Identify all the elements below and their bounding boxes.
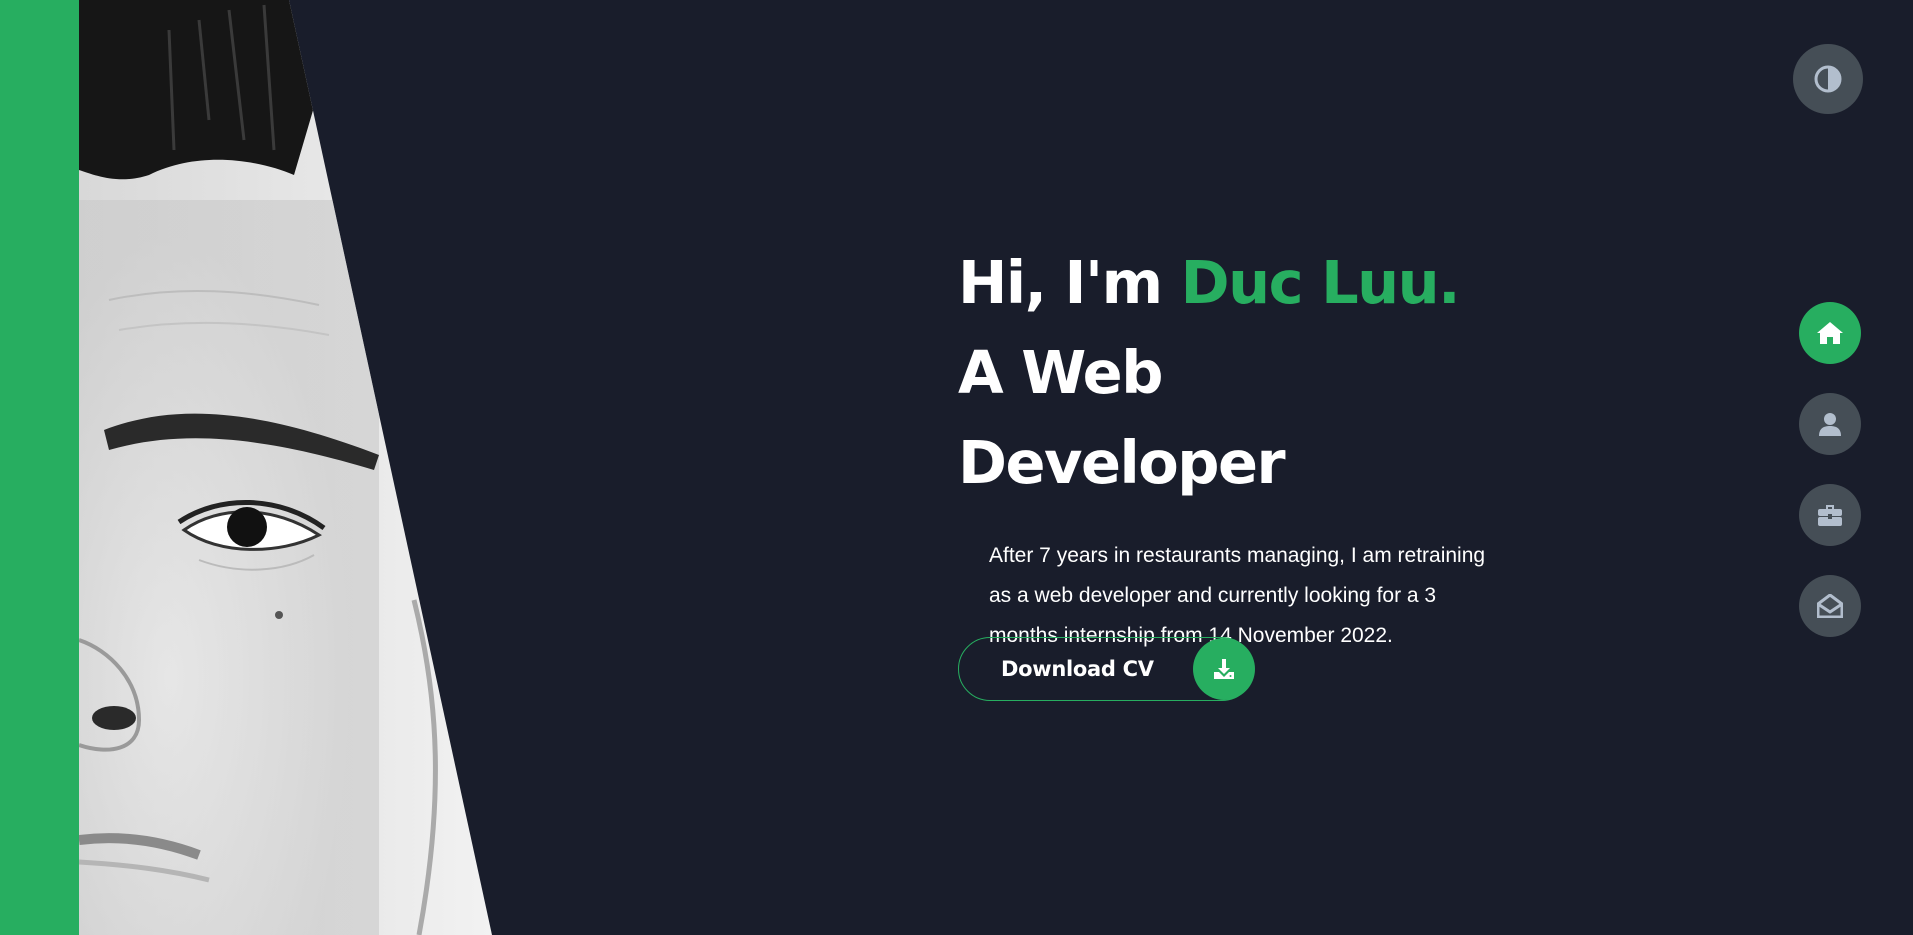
- hero-section: Hi, I'm Duc Luu. A Web Developer After 7…: [958, 238, 1498, 656]
- download-icon-circle: [1193, 638, 1255, 700]
- download-icon: [1214, 659, 1234, 679]
- profile-photo: [79, 0, 509, 935]
- nav-item-contact[interactable]: [1799, 575, 1861, 637]
- download-cv-label: Download CV: [1001, 657, 1154, 681]
- briefcase-icon: [1818, 505, 1842, 526]
- side-nav: [1799, 302, 1861, 666]
- nav-item-about[interactable]: [1799, 393, 1861, 455]
- hero-title-prefix: Hi, I'm: [958, 248, 1181, 317]
- hero-name: Duc Luu.: [1180, 248, 1461, 317]
- hero-title-suffix: A Web Developer: [958, 338, 1286, 497]
- download-cv-button[interactable]: Download CV: [958, 637, 1255, 701]
- page: Hi, I'm Duc Luu. A Web Developer After 7…: [0, 0, 1913, 935]
- theme-toggle-button[interactable]: [1793, 44, 1863, 114]
- nav-item-portfolio[interactable]: [1799, 484, 1861, 546]
- contrast-icon: [1814, 65, 1842, 93]
- hero-title: Hi, I'm Duc Luu. A Web Developer: [958, 238, 1498, 508]
- envelope-open-icon: [1817, 594, 1843, 618]
- user-icon: [1819, 413, 1841, 436]
- accent-bar: [0, 0, 79, 935]
- home-icon: [1817, 322, 1843, 344]
- nav-item-home[interactable]: [1799, 302, 1861, 364]
